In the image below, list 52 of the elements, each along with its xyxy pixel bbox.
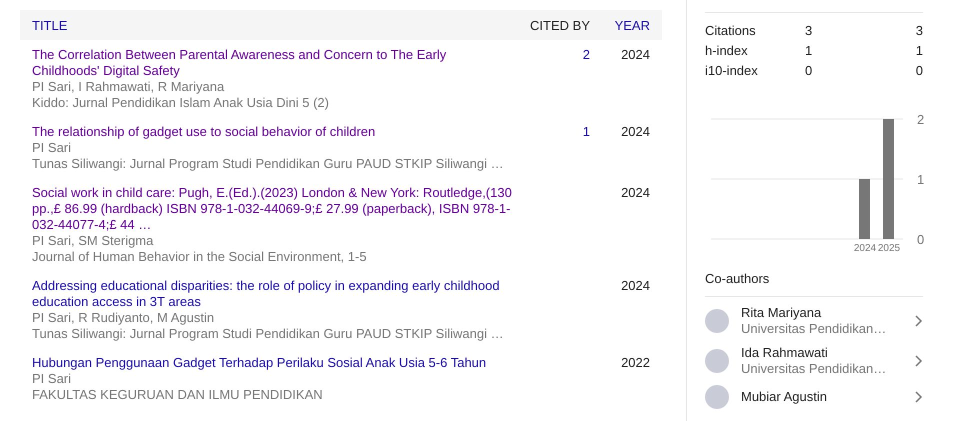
stat-since-value: 3 — [914, 22, 923, 40]
venue-text: Tunas Siliwangi: Jurnal Program Studi Pendidikan Guru PAUD STKIP Siliwangi … — [32, 156, 505, 172]
year-text: 2024 — [620, 124, 650, 141]
stat-all-value: 3 — [805, 22, 814, 40]
stat-label: h-index — [705, 42, 749, 60]
chevron-right-icon[interactable] — [915, 391, 923, 403]
stat-label: Citations — [705, 22, 757, 40]
article-title-link[interactable]: Hubungan Penggunaan Gadget Terhadap Perilaku Sosial Anak Usia 5-6 Tahun — [32, 355, 514, 371]
stat-since-value: 0 — [914, 62, 923, 80]
avatar-placeholder — [705, 309, 729, 333]
avatar-placeholder — [705, 385, 729, 409]
chevron-right-icon[interactable] — [915, 315, 923, 327]
year-text: 2024 — [620, 47, 650, 64]
chevron-right-icon[interactable] — [915, 355, 923, 367]
article-title-link[interactable]: The relationship of gadget use to social behavior of children — [32, 124, 514, 140]
axis-year-label: 2025 — [878, 243, 900, 254]
venue-text: FAKULTAS KEGURUAN DAN ILMU PENDIDIKAN — [32, 387, 324, 403]
authors-text: PI Sari — [32, 371, 72, 387]
venue-text: Kiddo: Jurnal Pendidikan Islam Anak Usia Dini 5 (2) — [32, 95, 330, 111]
avatar-placeholder — [705, 349, 729, 373]
column-header: CITED BY — [529, 18, 590, 32]
column-header[interactable]: TITLE — [32, 18, 500, 32]
stat-all-value: 1 — [805, 42, 814, 60]
year-text: 2024 — [620, 278, 650, 295]
article-title-link[interactable]: Addressing educational disparities: the role of policy in expanding early childhood education access in 3T areas — [32, 278, 514, 310]
year-text: 2022 — [620, 355, 650, 372]
stat-since-value: 1 — [914, 42, 923, 60]
coauthor-name-link[interactable]: Ida Rahmawati — [741, 345, 915, 361]
authors-text: PI Sari — [32, 140, 72, 156]
venue-text: Tunas Siliwangi: Jurnal Program Studi Pendidikan Guru PAUD STKIP Siliwangi … — [32, 326, 505, 342]
coauthor-name-link[interactable]: Rita Mariyana — [741, 305, 915, 321]
venue-text: Journal of Human Behavior in the Social Environment, 1-5 — [32, 249, 368, 265]
affiliation-text: Universitas Pendidikan… — [741, 321, 888, 337]
stat-all-value: 0 — [805, 62, 814, 80]
article-title-link[interactable]: Social work in child care: Pugh, E.(Ed.).(2023) London & New York: Routledge,(130 pp.,£ 86.99 (hardback) ISBN 978-1-032-44069-9;£ 27.99 (paperback), ISBN 978-1-032-44077-4;£ 44 … — [32, 185, 514, 233]
article-title-link[interactable]: The Correlation Between Parental Awareness and Concern to The Early Childhoods' Digital Safety — [32, 47, 514, 79]
axis-tick-label: 0 — [917, 232, 924, 247]
bar — [859, 179, 870, 239]
affiliation-text: Universitas Pendidikan… — [741, 361, 888, 377]
coauthor-name-link[interactable]: Mubiar Agustin — [741, 389, 915, 405]
year-text: 2024 — [620, 185, 650, 202]
authors-text: PI Sari, I Rahmawati, R Mariyana — [32, 79, 226, 95]
authors-text: PI Sari, SM Sterigma — [32, 233, 154, 249]
cited-by-link[interactable]: 1 — [542, 124, 590, 172]
axis-tick-label: 2 — [917, 112, 924, 127]
cited-by-link[interactable]: 2 — [542, 47, 590, 111]
column-header[interactable]: YEAR — [590, 18, 650, 32]
axis-year-label: 2024 — [854, 243, 876, 254]
axis-tick-label: 1 — [917, 172, 924, 187]
section-title: Co-authors — [705, 271, 923, 297]
authors-text: PI Sari, R Rudiyanto, M Agustin — [32, 310, 216, 326]
stat-label: i10-index — [705, 62, 759, 80]
